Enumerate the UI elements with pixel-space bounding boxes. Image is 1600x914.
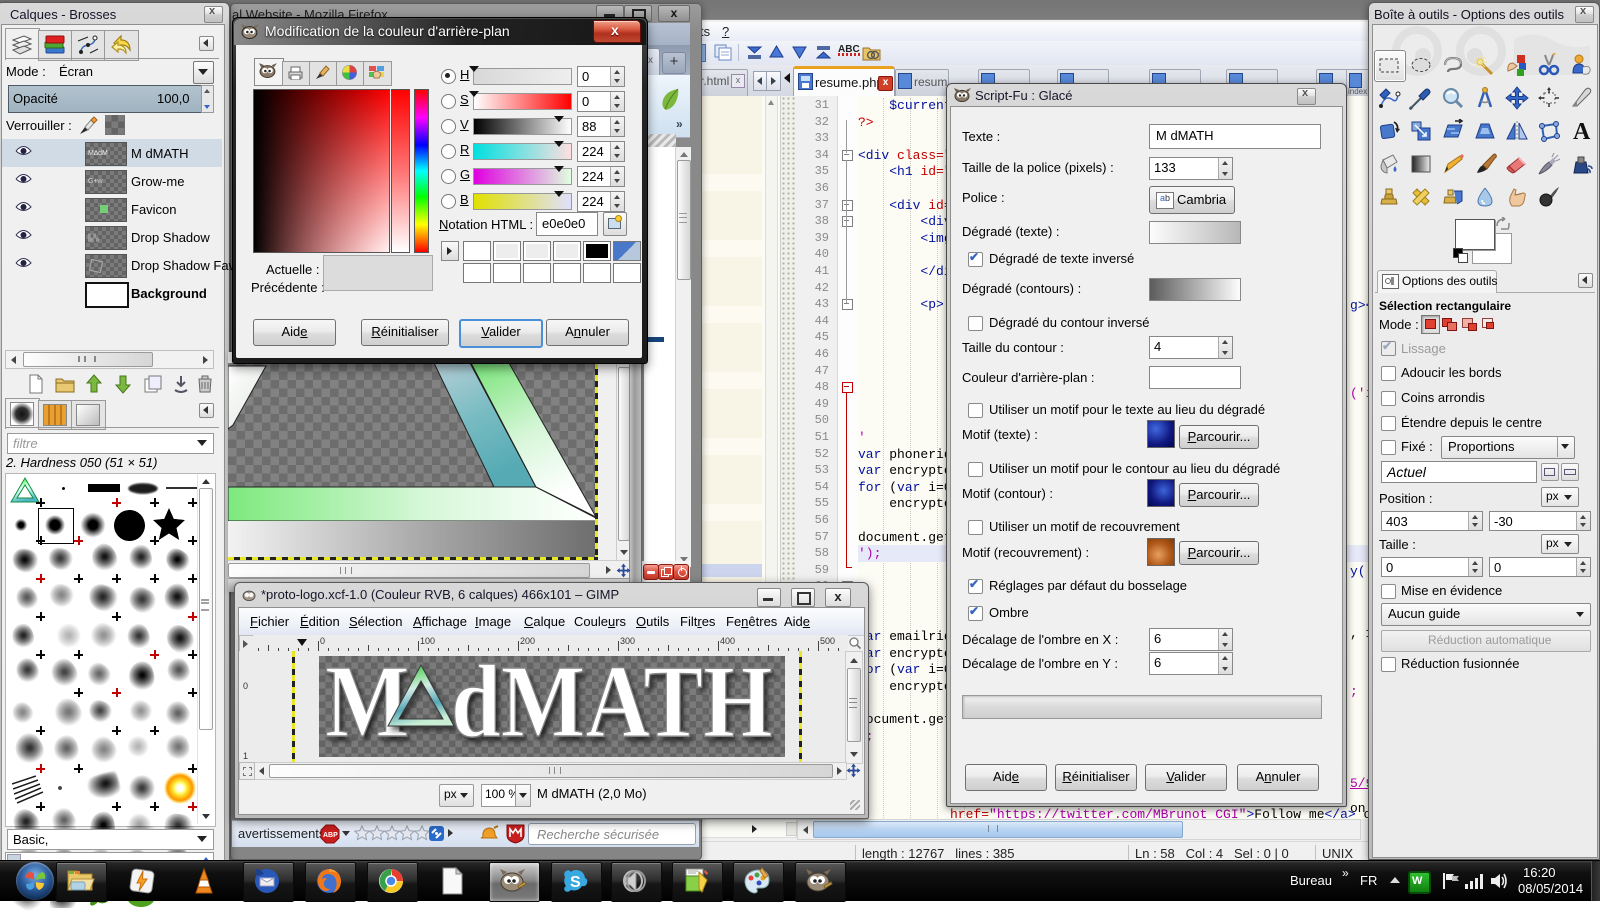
- svg-text:ABP: ABP: [323, 832, 338, 839]
- svg-text:S: S: [570, 874, 581, 891]
- svg-text:A: A: [1573, 119, 1591, 143]
